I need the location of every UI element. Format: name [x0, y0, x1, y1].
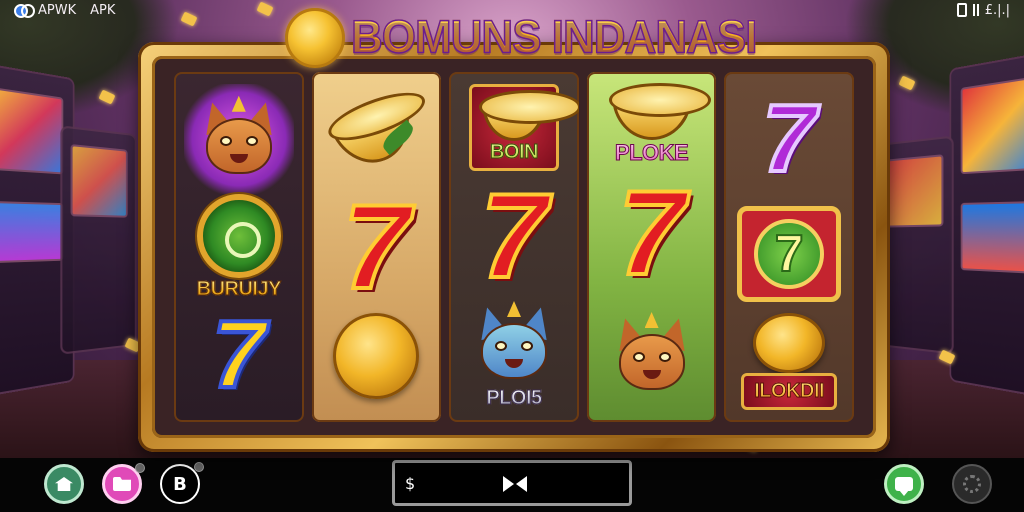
cat-icon	[607, 312, 697, 398]
reel-5: 7 7 ILOKDII	[724, 72, 854, 422]
chat-icon	[895, 477, 913, 496]
symbol-label: PLOI5	[486, 387, 543, 410]
reel-3: BOIN 7 PLOI5	[449, 72, 579, 422]
reel-3-row-2: 7	[459, 174, 569, 298]
reel-1-row-3: 7	[184, 301, 294, 411]
logo-button[interactable]: B	[160, 462, 204, 504]
coin-icon	[333, 313, 420, 399]
reel-2: 7	[311, 72, 442, 422]
symbol-label: PLOKE	[614, 140, 689, 166]
status-right-text: £.|.|	[984, 2, 1010, 18]
symbol-label-panel: ILOKDII	[741, 373, 838, 410]
reel-3-row-3: PLOI5	[469, 301, 559, 410]
brand[interactable]: APWK	[14, 3, 76, 18]
brand-icon	[14, 3, 35, 18]
symbol-label: BURUIJY	[196, 277, 282, 300]
symbol-label: BOIN	[489, 141, 539, 164]
brand-name: APWK	[38, 2, 77, 18]
reel-2-row-1	[321, 84, 431, 192]
bet-input[interactable]: $	[392, 460, 632, 506]
reels-area: BURUIJY 7 7 BOIN 7 PLOI5 PLOKE 7 7 7 ILO…	[152, 56, 876, 438]
reel-4-row-3	[597, 300, 707, 410]
currency-symbol: $	[405, 473, 416, 493]
bowl-icon	[330, 101, 423, 175]
seven-symbol: 7	[341, 180, 412, 314]
slot-cabinet-left-2	[60, 125, 137, 355]
bowtie-icon[interactable]	[503, 476, 527, 492]
cat-icon	[194, 95, 284, 182]
bowl-icon	[478, 90, 579, 141]
seven-symbol: 7	[760, 85, 817, 192]
chat-button[interactable]	[884, 464, 924, 504]
slot-frame: BURUIJY 7 7 BOIN 7 PLOI5 PLOKE 7 7 7 ILO…	[138, 42, 890, 452]
reel-1: BURUIJY 7	[174, 72, 304, 422]
framed-seven-icon: 7	[737, 205, 842, 302]
symbol-label: ILOKDII	[754, 380, 825, 403]
reel-4-row-1: PLOKE	[608, 83, 711, 166]
reel-1-row-2: BURUIJY	[196, 193, 282, 301]
settings-button[interactable]	[952, 464, 992, 504]
folder-button[interactable]	[102, 463, 145, 504]
reel-2-row-2: 7	[321, 185, 431, 309]
seven-symbol: 7	[479, 169, 550, 303]
seven-symbol: 7	[210, 301, 267, 409]
reel-5-row-1: 7	[734, 84, 844, 194]
home-button[interactable]	[44, 464, 84, 504]
reel-4-row-2: 7	[597, 171, 707, 295]
bars-icon	[972, 4, 979, 16]
home-icon	[55, 477, 73, 491]
notification-badge	[135, 463, 145, 473]
folder-icon	[113, 477, 131, 491]
reel-5-row-3: ILOKDII	[741, 313, 838, 410]
apk-label: APK	[90, 2, 116, 18]
status-right: £.|.|	[956, 2, 1010, 18]
settings-icon	[963, 475, 981, 493]
status-bar: APWK APK £.|.|	[0, 0, 1024, 20]
slot-cabinet-right	[949, 50, 1024, 400]
reel-2-row-3	[321, 302, 431, 410]
logo-icon: B	[173, 473, 187, 495]
reel-3-row-1: BOIN	[468, 84, 579, 171]
phone-icon	[956, 3, 967, 17]
cat-icon	[469, 301, 559, 387]
reel-5-row-2: 7	[734, 199, 844, 309]
seven-symbol: 7	[616, 166, 687, 300]
coin-icon	[753, 313, 826, 373]
seven-symbol: 7	[754, 218, 825, 289]
bowl-icon	[608, 83, 711, 140]
medallion-icon	[196, 193, 281, 278]
reel-4: PLOKE 7	[586, 72, 717, 422]
notification-badge	[194, 462, 204, 472]
reel-1-row-1	[183, 84, 294, 194]
